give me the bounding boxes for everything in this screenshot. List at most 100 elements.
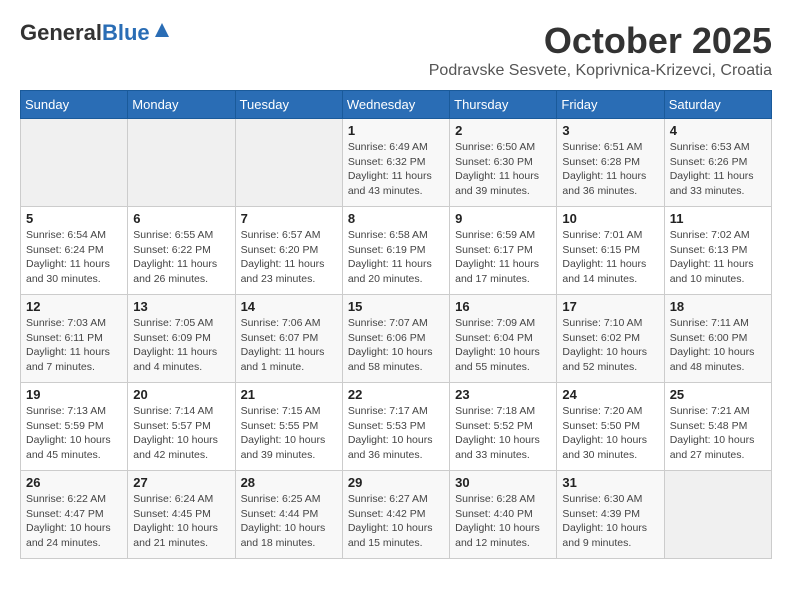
weekday-header-sunday: Sunday: [21, 91, 128, 119]
calendar-cell: 10 Sunrise: 7:01 AM Sunset: 6:15 PM Dayli…: [557, 207, 664, 295]
calendar-cell: 1 Sunrise: 6:49 AM Sunset: 6:32 PM Daylig…: [342, 119, 449, 207]
day-number: 8: [348, 211, 444, 226]
day-info: Sunrise: 6:50 AM Sunset: 6:30 PM Dayligh…: [455, 140, 551, 199]
day-number: 9: [455, 211, 551, 226]
day-number: 27: [133, 475, 229, 490]
calendar-cell: 6 Sunrise: 6:55 AM Sunset: 6:22 PM Daylig…: [128, 207, 235, 295]
day-info: Sunrise: 7:01 AM Sunset: 6:15 PM Dayligh…: [562, 228, 658, 287]
day-number: 18: [670, 299, 766, 314]
calendar-cell: 24 Sunrise: 7:20 AM Sunset: 5:50 PM Dayli…: [557, 383, 664, 471]
calendar-cell: 25 Sunrise: 7:21 AM Sunset: 5:48 PM Dayli…: [664, 383, 771, 471]
day-info: Sunrise: 7:05 AM Sunset: 6:09 PM Dayligh…: [133, 316, 229, 375]
calendar-cell: [21, 119, 128, 207]
day-info: Sunrise: 7:07 AM Sunset: 6:06 PM Dayligh…: [348, 316, 444, 375]
weekday-header-row: SundayMondayTuesdayWednesdayThursdayFrid…: [21, 91, 772, 119]
day-info: Sunrise: 6:53 AM Sunset: 6:26 PM Dayligh…: [670, 140, 766, 199]
day-number: 14: [241, 299, 337, 314]
day-number: 29: [348, 475, 444, 490]
day-info: Sunrise: 7:06 AM Sunset: 6:07 PM Dayligh…: [241, 316, 337, 375]
day-number: 16: [455, 299, 551, 314]
day-number: 25: [670, 387, 766, 402]
day-info: Sunrise: 7:09 AM Sunset: 6:04 PM Dayligh…: [455, 316, 551, 375]
day-number: 10: [562, 211, 658, 226]
calendar-cell: [128, 119, 235, 207]
calendar-cell: 26 Sunrise: 6:22 AM Sunset: 4:47 PM Dayli…: [21, 471, 128, 559]
day-info: Sunrise: 7:21 AM Sunset: 5:48 PM Dayligh…: [670, 404, 766, 463]
calendar-table: SundayMondayTuesdayWednesdayThursdayFrid…: [20, 90, 772, 559]
day-info: Sunrise: 7:10 AM Sunset: 6:02 PM Dayligh…: [562, 316, 658, 375]
day-number: 15: [348, 299, 444, 314]
day-info: Sunrise: 6:28 AM Sunset: 4:40 PM Dayligh…: [455, 492, 551, 551]
calendar-cell: 20Sunrise: 7:14 AM Sunset: 5:57 PM Dayli…: [128, 383, 235, 471]
logo-icon: [153, 21, 171, 39]
calendar-cell: 8Sunrise: 6:58 AM Sunset: 6:19 PM Daylig…: [342, 207, 449, 295]
calendar-cell: 27 Sunrise: 6:24 AM Sunset: 4:45 PM Dayli…: [128, 471, 235, 559]
day-number: 6: [133, 211, 229, 226]
calendar-cell: 22 Sunrise: 7:17 AM Sunset: 5:53 PM Dayli…: [342, 383, 449, 471]
day-info: Sunrise: 7:13 AM Sunset: 5:59 PM Dayligh…: [26, 404, 122, 463]
calendar-cell: 3 Sunrise: 6:51 AM Sunset: 6:28 PM Daylig…: [557, 119, 664, 207]
day-number: 13: [133, 299, 229, 314]
day-info: Sunrise: 7:20 AM Sunset: 5:50 PM Dayligh…: [562, 404, 658, 463]
day-number: 11: [670, 211, 766, 226]
calendar-cell: 31 Sunrise: 6:30 AM Sunset: 4:39 PM Dayli…: [557, 471, 664, 559]
day-info: Sunrise: 7:03 AM Sunset: 6:11 PM Dayligh…: [26, 316, 122, 375]
weekday-header-thursday: Thursday: [450, 91, 557, 119]
calendar-cell: 2 Sunrise: 6:50 AM Sunset: 6:30 PM Daylig…: [450, 119, 557, 207]
calendar-cell: [235, 119, 342, 207]
day-number: 4: [670, 123, 766, 138]
weekday-header-tuesday: Tuesday: [235, 91, 342, 119]
day-number: 12: [26, 299, 122, 314]
day-number: 17: [562, 299, 658, 314]
day-number: 31: [562, 475, 658, 490]
week-row-1: 1 Sunrise: 6:49 AM Sunset: 6:32 PM Daylig…: [21, 119, 772, 207]
location: Podravske Sesvete, Koprivnica-Krizevci, …: [429, 62, 772, 80]
day-info: Sunrise: 6:55 AM Sunset: 6:22 PM Dayligh…: [133, 228, 229, 287]
calendar-cell: 7 Sunrise: 6:57 AM Sunset: 6:20 PM Daylig…: [235, 207, 342, 295]
day-number: 26: [26, 475, 122, 490]
calendar-cell: 11 Sunrise: 7:02 AM Sunset: 6:13 PM Dayli…: [664, 207, 771, 295]
day-number: 30: [455, 475, 551, 490]
day-info: Sunrise: 7:11 AM Sunset: 6:00 PM Dayligh…: [670, 316, 766, 375]
day-info: Sunrise: 7:17 AM Sunset: 5:53 PM Dayligh…: [348, 404, 444, 463]
calendar-cell: 12 Sunrise: 7:03 AM Sunset: 6:11 PM Dayli…: [21, 295, 128, 383]
day-number: 1: [348, 123, 444, 138]
calendar-cell: 15 Sunrise: 7:07 AM Sunset: 6:06 PM Dayli…: [342, 295, 449, 383]
page-header: General Blue October 2025 Podravske Sesv…: [20, 20, 772, 80]
day-info: Sunrise: 6:49 AM Sunset: 6:32 PM Dayligh…: [348, 140, 444, 199]
day-info: Sunrise: 6:30 AM Sunset: 4:39 PM Dayligh…: [562, 492, 658, 551]
calendar-cell: 13 Sunrise: 7:05 AM Sunset: 6:09 PM Dayli…: [128, 295, 235, 383]
day-number: 28: [241, 475, 337, 490]
logo-blue: Blue: [102, 20, 150, 46]
day-number: 22: [348, 387, 444, 402]
day-info: Sunrise: 6:54 AM Sunset: 6:24 PM Dayligh…: [26, 228, 122, 287]
calendar-cell: 18 Sunrise: 7:11 AM Sunset: 6:00 PM Dayli…: [664, 295, 771, 383]
day-info: Sunrise: 6:57 AM Sunset: 6:20 PM Dayligh…: [241, 228, 337, 287]
calendar-cell: 9Sunrise: 6:59 AM Sunset: 6:17 PM Daylig…: [450, 207, 557, 295]
calendar-cell: [664, 471, 771, 559]
weekday-header-monday: Monday: [128, 91, 235, 119]
day-number: 3: [562, 123, 658, 138]
day-number: 7: [241, 211, 337, 226]
day-info: Sunrise: 7:14 AM Sunset: 5:57 PM Dayligh…: [133, 404, 229, 463]
calendar-cell: 29 Sunrise: 6:27 AM Sunset: 4:42 PM Dayli…: [342, 471, 449, 559]
weekday-header-friday: Friday: [557, 91, 664, 119]
day-info: Sunrise: 6:27 AM Sunset: 4:42 PM Dayligh…: [348, 492, 444, 551]
day-info: Sunrise: 7:15 AM Sunset: 5:55 PM Dayligh…: [241, 404, 337, 463]
calendar-cell: 28Sunrise: 6:25 AM Sunset: 4:44 PM Dayli…: [235, 471, 342, 559]
week-row-3: 12 Sunrise: 7:03 AM Sunset: 6:11 PM Dayli…: [21, 295, 772, 383]
day-number: 19: [26, 387, 122, 402]
day-number: 24: [562, 387, 658, 402]
day-info: Sunrise: 6:51 AM Sunset: 6:28 PM Dayligh…: [562, 140, 658, 199]
week-row-2: 5Sunrise: 6:54 AM Sunset: 6:24 PM Daylig…: [21, 207, 772, 295]
calendar-cell: 30 Sunrise: 6:28 AM Sunset: 4:40 PM Dayli…: [450, 471, 557, 559]
day-info: Sunrise: 7:02 AM Sunset: 6:13 PM Dayligh…: [670, 228, 766, 287]
day-number: 2: [455, 123, 551, 138]
day-info: Sunrise: 6:24 AM Sunset: 4:45 PM Dayligh…: [133, 492, 229, 551]
calendar-cell: 21Sunrise: 7:15 AM Sunset: 5:55 PM Dayli…: [235, 383, 342, 471]
weekday-header-saturday: Saturday: [664, 91, 771, 119]
day-info: Sunrise: 6:22 AM Sunset: 4:47 PM Dayligh…: [26, 492, 122, 551]
calendar-cell: 5Sunrise: 6:54 AM Sunset: 6:24 PM Daylig…: [21, 207, 128, 295]
logo-general: General: [20, 20, 102, 46]
calendar-cell: 17 Sunrise: 7:10 AM Sunset: 6:02 PM Dayli…: [557, 295, 664, 383]
